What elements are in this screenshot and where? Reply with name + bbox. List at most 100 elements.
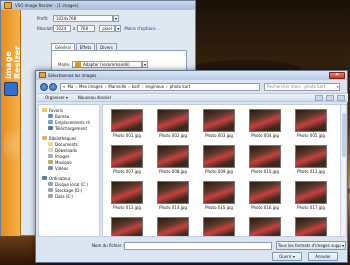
file-thumbnail[interactable]: Photo 015.jpg — [201, 181, 237, 210]
file-list: Photo 001.jpg Photo 002.jpg Photo 003.jpg P… — [102, 104, 347, 237]
chevron-down-icon[interactable]: ▾ — [113, 15, 119, 22]
folder-icon — [48, 148, 53, 152]
filename-input[interactable] — [124, 241, 272, 250]
file-name: Photo 005.jpg — [297, 133, 325, 138]
file-name: Photo 011.jpg — [297, 169, 325, 174]
file-name: Photo 015.jpg — [205, 205, 233, 210]
resize-logo-icon — [4, 82, 18, 96]
computer-icon — [42, 176, 47, 180]
video-icon — [48, 166, 53, 170]
breadcrumb-item[interactable]: kart — [132, 84, 140, 89]
navigation-pane: Favoris Bureau Emplacements ré Télécharg… — [38, 104, 100, 237]
file-name: Photo 007.jpg — [113, 169, 141, 174]
file-thumbnail[interactable]: Photo 013.jpg — [109, 181, 145, 210]
library-icon — [42, 136, 47, 140]
file-thumbnail[interactable]: Photo 014.jpg — [155, 181, 191, 210]
photo-image — [295, 217, 327, 236]
close-button[interactable]: ✕ — [329, 72, 345, 79]
app-icon — [4, 2, 12, 9]
music-icon — [48, 160, 53, 164]
photo-image — [157, 145, 189, 168]
scrollbar-thumb[interactable] — [342, 113, 346, 157]
file-thumbnail[interactable]: Photo 004.jpg — [247, 109, 283, 138]
preview-pane-icon[interactable] — [326, 94, 334, 101]
file-thumbnail[interactable]: Photo 005.jpg — [293, 109, 329, 138]
nav-drive-e[interactable]: Data (E:) — [42, 193, 96, 199]
width-input[interactable]: 1024 — [53, 25, 71, 32]
file-thumbnail[interactable]: Photo 003.jpg — [201, 109, 237, 138]
mode-icon — [75, 61, 81, 68]
cancel-button[interactable]: Annuler — [308, 252, 338, 261]
profile-select[interactable]: 1024x768 — [53, 15, 113, 22]
dialog-buttons: Ouvrir ▾ Annuler — [272, 252, 338, 261]
file-thumbnail[interactable]: Photo 002.jpg — [155, 109, 191, 138]
photo-image — [295, 109, 327, 132]
file-name: Photo 010.jpg — [251, 169, 279, 174]
organize-button[interactable]: Organiser ▾ — [45, 95, 68, 100]
chevron-down-icon[interactable]: ▾ — [115, 25, 122, 32]
file-name: Photo 008.jpg — [159, 169, 187, 174]
file-thumbnail[interactable] — [155, 217, 191, 236]
drive-icon — [48, 182, 53, 186]
filename-label: Nom du fichier : — [92, 243, 125, 248]
chevron-down-icon[interactable]: ▾ — [142, 61, 148, 68]
breadcrumb-item[interactable]: Ma — [67, 84, 73, 89]
photo-image — [203, 145, 235, 168]
dialog-titlebar[interactable]: Sélectionnez les images ✕ — [36, 71, 347, 80]
breadcrumb-item[interactable]: « — [63, 84, 65, 89]
photo-image — [203, 181, 235, 204]
file-thumbnail[interactable]: Photo 008.jpg — [155, 145, 191, 174]
forward-arrow-icon[interactable]: › — [49, 82, 57, 91]
unit-select[interactable]: pixel — [99, 25, 116, 32]
document-icon — [48, 142, 53, 146]
file-thumbnail[interactable] — [247, 217, 283, 236]
open-button[interactable]: Ouvrir ▾ — [272, 252, 302, 261]
mode-label: Mode: — [58, 62, 71, 67]
file-thumbnail[interactable] — [109, 217, 145, 236]
new-folder-button[interactable]: Nouveau dossier — [78, 95, 111, 100]
resizer-title: VSO Image Resizer - [1 images] — [15, 3, 79, 8]
file-thumbnail[interactable]: Photo 010.jpg — [247, 145, 283, 174]
file-name: Photo 001.jpg — [113, 133, 141, 138]
search-input[interactable]: Rechercher dans : photo kart ⌕ — [264, 82, 340, 91]
photo-image — [249, 145, 281, 168]
mode-select[interactable]: Adapter (recommandé) — [72, 61, 142, 68]
help-icon[interactable] — [337, 94, 345, 101]
breadcrumb-item[interactable]: photo kart — [170, 84, 191, 89]
mode-value: Adapter (recommandé) — [83, 62, 130, 67]
height-input[interactable]: 768 — [77, 25, 96, 32]
back-arrow-icon[interactable]: ‹ — [40, 82, 48, 91]
view-options-icon[interactable] — [315, 94, 323, 101]
resolution-label: Résolution: — [37, 26, 60, 31]
photo-image — [157, 217, 189, 236]
photo-image — [111, 145, 143, 168]
file-thumbnail[interactable]: Photo 007.jpg — [109, 145, 145, 174]
photo-image — [249, 109, 281, 132]
x-separator: x — [73, 26, 76, 31]
file-name: Photo 016.jpg — [251, 205, 279, 210]
search-placeholder: Rechercher dans : photo kart — [267, 84, 326, 89]
file-name: Photo 009.jpg — [205, 169, 233, 174]
file-thumbnail[interactable]: Photo 009.jpg — [201, 145, 237, 174]
breadcrumb-item[interactable]: Mes images — [79, 84, 103, 89]
more-options-link[interactable]: Moins d'options ... — [124, 26, 160, 31]
filetype-select[interactable]: Tous les formats d'images supp ▾ — [276, 241, 346, 250]
breadcrumb-item[interactable]: Marseille — [108, 84, 126, 89]
breadcrumb-item[interactable]: engineux — [145, 84, 164, 89]
file-thumbnail[interactable]: Photo 001.jpg — [109, 109, 145, 138]
file-thumbnail[interactable]: Photo 016.jpg — [247, 181, 283, 210]
file-name: Photo 013.jpg — [113, 205, 141, 210]
vertical-scrollbar[interactable] — [340, 105, 346, 236]
drive-icon — [48, 194, 53, 198]
side-banner: Image Resizer — [1, 10, 22, 236]
download-icon — [48, 126, 53, 130]
file-name: Photo 017.jpg — [297, 205, 325, 210]
file-thumbnail[interactable]: Photo 017.jpg — [293, 181, 329, 210]
search-icon[interactable]: ⌕ — [337, 84, 339, 89]
photo-image — [295, 145, 327, 168]
resizer-titlebar[interactable]: VSO Image Resizer - [1 images] — [1, 1, 195, 10]
breadcrumb[interactable]: « Ma › Mes images › Marseille › kart › e… — [60, 82, 260, 91]
file-thumbnail[interactable]: Photo 011.jpg — [293, 145, 329, 174]
file-thumbnail[interactable] — [293, 217, 329, 236]
file-thumbnail[interactable] — [201, 217, 237, 236]
